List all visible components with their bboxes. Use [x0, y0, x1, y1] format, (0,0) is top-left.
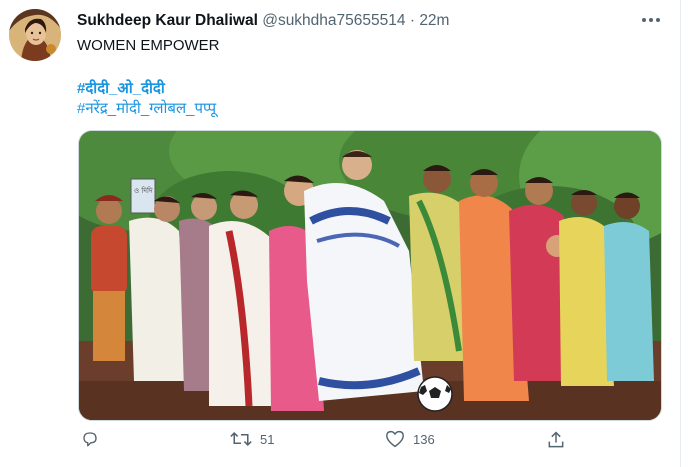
reply-icon	[83, 432, 97, 447]
sign-text: ও দিদি	[134, 187, 153, 195]
like-button[interactable]: 136	[385, 430, 435, 448]
like-count: 136	[413, 431, 435, 447]
hashtag-link[interactable]: #दीदी_ओ_दीदी	[77, 78, 165, 98]
avatar-image	[9, 9, 61, 61]
timestamp[interactable]: 22m	[419, 12, 449, 29]
handle[interactable]: @sukhdha75655514	[262, 12, 405, 29]
more-button[interactable]	[638, 10, 664, 30]
tweet-text: WOMEN EMPOWER	[77, 37, 220, 54]
tweet-header: Sukhdeep Kaur Dhaliwal @sukhdha75655514 …	[77, 12, 449, 30]
reply-button[interactable]	[80, 430, 108, 448]
share-icon	[548, 431, 564, 448]
tweet-card[interactable]: Sukhdeep Kaur Dhaliwal @sukhdha75655514 …	[0, 0, 681, 467]
tweet-image[interactable]: ও দিদি	[78, 130, 662, 421]
tweet-actions: 51 136	[0, 430, 680, 458]
display-name[interactable]: Sukhdeep Kaur Dhaliwal	[77, 12, 258, 29]
like-icon	[386, 430, 404, 448]
illustration-women-walking: ও দিদি	[79, 131, 661, 420]
share-button[interactable]	[546, 430, 566, 450]
retweet-button[interactable]: 51	[230, 430, 274, 448]
retweet-icon	[230, 431, 252, 447]
retweet-count: 51	[260, 431, 275, 447]
avatar[interactable]	[9, 9, 61, 61]
separator: ·	[409, 12, 415, 29]
hashtag-link[interactable]: #नरेंद्र_मोदी_ग्लोबल_पप्पू	[77, 98, 216, 118]
more-icon	[642, 18, 660, 22]
